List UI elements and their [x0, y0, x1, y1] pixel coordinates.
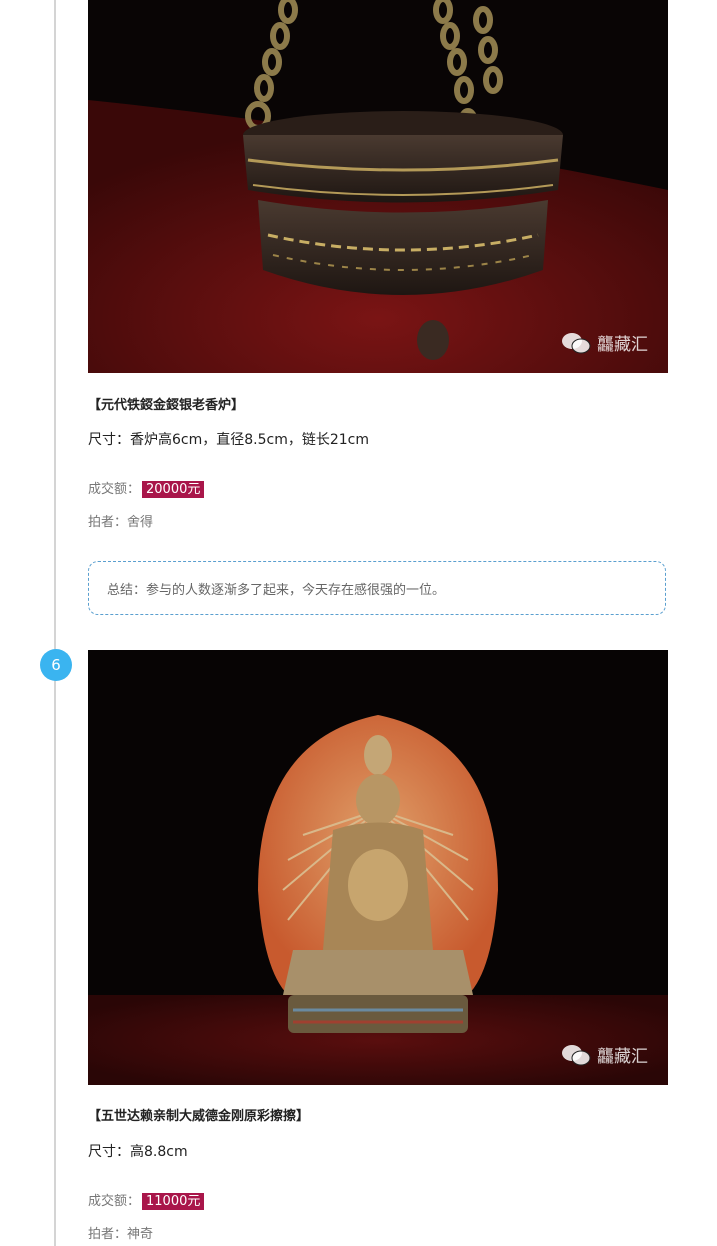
buyer-name: 神奇 [127, 1227, 154, 1242]
buyer-label: 拍者： [88, 1227, 128, 1242]
watermark: 龘藏汇 [561, 330, 648, 355]
price-badge: 11000元 [142, 1193, 205, 1210]
censer-image [88, 0, 668, 373]
buyer-row: 拍者：舍得 [88, 511, 153, 530]
buyer-name: 舍得 [127, 515, 154, 530]
watermark-text: 龘藏汇 [597, 1047, 648, 1067]
price-label: 成交额： [88, 1194, 141, 1209]
item-size: 尺寸：高8.8cm [88, 1144, 188, 1160]
timeline-line [54, 0, 56, 1246]
price-row: 成交额： 11000元 [88, 1190, 205, 1210]
buyer-row: 拍者：神奇 [88, 1223, 153, 1242]
wechat-icon [562, 1044, 591, 1065]
item-title: 【元代铁鋄金鋄银老香炉】 [88, 398, 245, 413]
summary-box: 总结：参与的人数逐渐多了起来，今天存在感很强的一位。 [88, 561, 666, 615]
price-row: 成交额： 20000元 [88, 478, 205, 498]
buyer-label: 拍者： [88, 515, 128, 530]
price-badge: 20000元 [142, 481, 205, 498]
deity-image [88, 650, 668, 1085]
summary-text: 总结：参与的人数逐渐多了起来，今天存在感很强的一位。 [107, 582, 446, 598]
watermark: 龘藏汇 [561, 1042, 648, 1067]
item-title: 【五世达赖亲制大威德金刚原彩擦擦】 [88, 1109, 310, 1124]
step-number-badge: 6 [40, 649, 72, 681]
price-label: 成交额： [88, 482, 141, 497]
wechat-icon [562, 332, 591, 353]
deity-photo: 龘藏汇 [88, 650, 668, 1085]
item-size: 尺寸：香炉高6cm，直径8.5cm，链长21cm [88, 432, 369, 448]
censer-photo: 龘藏汇 [88, 0, 668, 373]
watermark-text: 龘藏汇 [597, 335, 648, 355]
